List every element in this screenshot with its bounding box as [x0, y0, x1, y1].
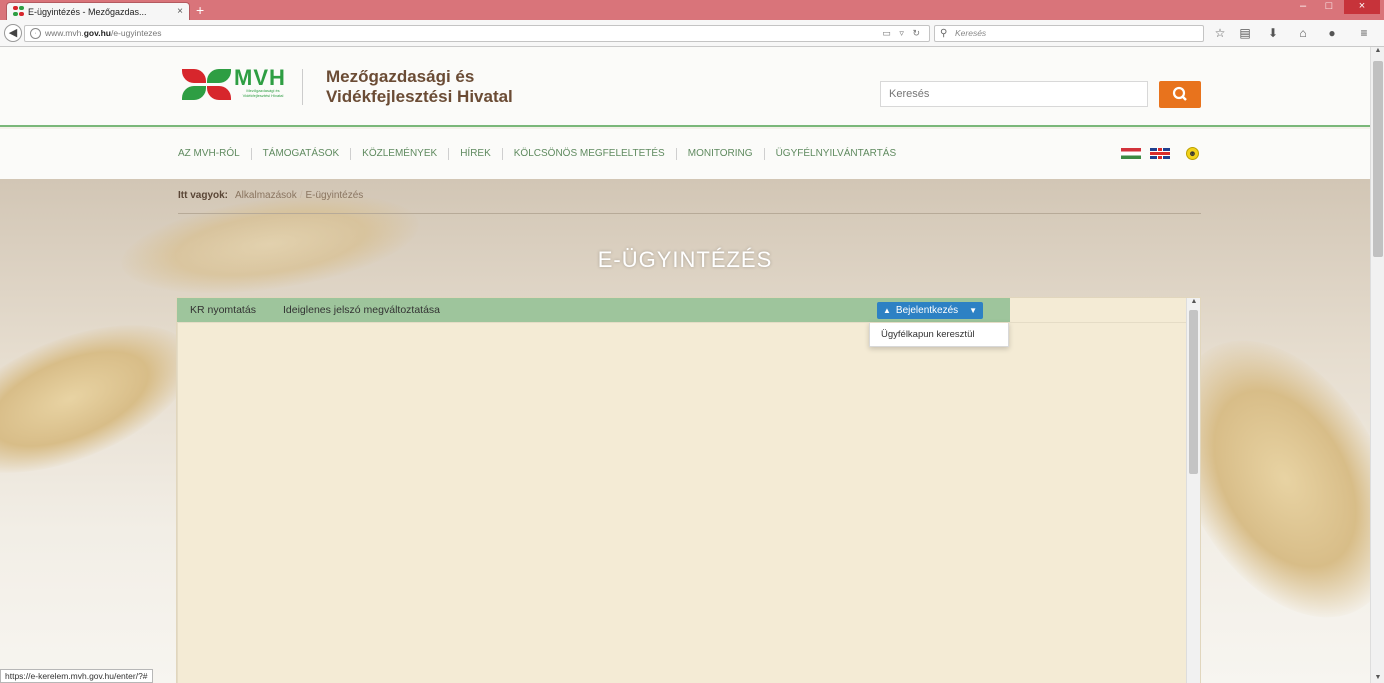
chat-icon[interactable]: ● — [1324, 26, 1340, 40]
main-navigation: AZ MVH-RÓL TÁMOGATÁSOK KÖZLEMÉNYEK HÍREK… — [0, 129, 1370, 179]
breadcrumb-divider — [178, 213, 1201, 214]
app-toolbar: KR nyomtatás Ideiglenes jelszó megváltoz… — [177, 298, 1010, 322]
status-link-preview: https://e-kerelem.mvh.gov.hu/enter/?# — [0, 669, 153, 683]
nav-item-announcements[interactable]: KÖZLEMÉNYEK — [350, 148, 448, 160]
site-search-input[interactable] — [880, 81, 1148, 107]
site-header: MVH Mezőgazdasági és Vidékfejlesztési Hi… — [0, 47, 1370, 127]
nav-item-news[interactable]: HÍREK — [448, 148, 502, 160]
page-title: E-ÜGYINTÉZÉS — [597, 247, 773, 272]
web-page: MVH Mezőgazdasági és Vidékfejlesztési Hi… — [0, 47, 1370, 683]
logo-leaf-icon — [207, 69, 231, 83]
chevron-down-icon: ▼ — [969, 306, 977, 315]
org-name-line2: Vidékfejlesztési Hivatal — [326, 87, 513, 106]
home-icon[interactable]: ⌂ — [1295, 26, 1311, 40]
scroll-down-icon[interactable]: ▼ — [1371, 674, 1384, 681]
nav-item-monitoring[interactable]: MONITORING — [675, 148, 764, 160]
bookmark-star-icon[interactable]: ☆ — [1212, 26, 1228, 40]
org-name-line1: Mezőgazdasági és — [326, 67, 475, 86]
address-bar[interactable]: · www.mvh.gov.hu/e-ugyintezes ▭ ▿ ↻ — [24, 25, 930, 42]
user-icon: ▲ — [883, 306, 891, 315]
download-icon[interactable]: ⬇ — [1265, 26, 1281, 40]
e-administration-app-frame: KR nyomtatás Ideiglenes jelszó megváltoz… — [176, 297, 1201, 683]
close-window-button[interactable]: × — [1344, 0, 1380, 14]
login-button[interactable]: ▲ Bejelentkezés ▼ — [877, 302, 983, 319]
search-icon — [1172, 86, 1187, 101]
menu-hamburger-icon[interactable]: ≡ — [1356, 26, 1372, 40]
logo-leaf-icon — [182, 86, 206, 100]
page-scrollbar[interactable]: ▲ ▼ — [1370, 47, 1384, 683]
scroll-up-icon[interactable]: ▲ — [1187, 298, 1201, 305]
breadcrumb-item-applications[interactable]: Alkalmazások — [235, 190, 297, 201]
logo-divider — [302, 69, 303, 105]
mvh-favicon-icon — [13, 6, 24, 17]
accessibility-icon[interactable]: ☻ — [1186, 147, 1199, 160]
change-temp-password-link[interactable]: Ideiglenes jelszó megváltoztatása — [283, 304, 440, 316]
hero-section: Itt vagyok: Alkalmazások / E-ügyintézés E-Ü… — [0, 178, 1370, 683]
breadcrumb-separator: / — [299, 190, 303, 201]
logo-subtitle: Mezőgazdasági és Vidékfejlesztési Hivata… — [242, 88, 284, 98]
nav-item-support[interactable]: TÁMOGATÁSOK — [250, 148, 351, 160]
logo-leaf-icon — [182, 69, 206, 83]
tab-close-icon[interactable]: × — [177, 6, 183, 17]
nav-item-cross-compliance[interactable]: KÖLCSÖNÖS MEGFELELTETÉS — [501, 148, 676, 160]
nav-item-about[interactable]: AZ MVH-RÓL — [178, 148, 251, 160]
organization-name: Mezőgazdasági és Vidékfejlesztési Hivata… — [326, 67, 513, 107]
url-path: /e-ugyintezes — [110, 28, 162, 38]
url-prefix: www.mvh. — [45, 28, 84, 38]
new-tab-button[interactable]: + — [196, 2, 204, 18]
app-scrollbar-thumb[interactable] — [1189, 310, 1198, 474]
browser-tab[interactable]: E-ügyintézés - Mezőgazdas... × — [6, 2, 190, 20]
logo-leaf-icon — [207, 86, 231, 100]
breadcrumb-label: Itt vagyok: — [178, 190, 229, 201]
browser-search-input[interactable]: ⚲ Keresés — [934, 25, 1204, 42]
english-flag-icon[interactable] — [1150, 148, 1170, 159]
url-domain: gov.hu — [83, 28, 111, 38]
globe-icon: · — [30, 28, 41, 39]
mvh-logo[interactable]: MVH Mezőgazdasági és Vidékfejlesztési Hi… — [180, 65, 290, 107]
browser-navigation-bar: ◀ · www.mvh.gov.hu/e-ugyintezes ▭ ▿ ↻ ⚲ … — [0, 20, 1384, 47]
site-search-button[interactable] — [1159, 81, 1201, 108]
nav-item-client-register[interactable]: ÜGYFÉLNYILVÁNTARTÁS — [763, 148, 908, 160]
tab-title: E-ügyintézés - Mezőgazdas... — [28, 6, 147, 17]
breadcrumb-item-current: E-ügyintézés — [305, 190, 364, 201]
app-content-area — [177, 322, 1187, 683]
page-scrollbar-thumb[interactable] — [1373, 61, 1383, 257]
magnifier-icon: ⚲ — [940, 28, 948, 39]
browser-search-placeholder: Keresés — [955, 28, 987, 38]
maximize-button[interactable]: □ — [1316, 0, 1342, 14]
back-arrow-icon[interactable]: ◀ — [4, 24, 22, 42]
bookmarks-list-icon[interactable]: ▤ — [1237, 26, 1253, 40]
kr-print-link[interactable]: KR nyomtatás — [190, 304, 256, 316]
app-scrollbar[interactable]: ▲ — [1186, 298, 1200, 683]
breadcrumb: Itt vagyok: Alkalmazások / E-ügyintézés — [178, 190, 363, 201]
browser-title-bar: E-ügyintézés - Mezőgazdas... × + – □ × — [0, 0, 1384, 20]
login-button-label: Bejelentkezés — [895, 305, 959, 316]
reader-reload-icon[interactable]: ▭ ▿ ↻ — [882, 26, 923, 41]
hungarian-flag-icon[interactable] — [1121, 148, 1141, 159]
scroll-up-icon[interactable]: ▲ — [1371, 47, 1384, 54]
minimize-button[interactable]: – — [1290, 0, 1316, 14]
